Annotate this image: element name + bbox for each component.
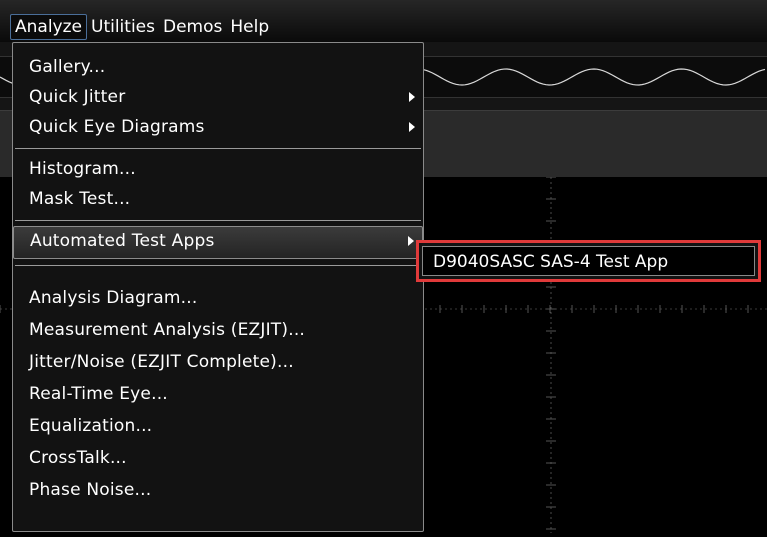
submenu-item-label: D9040SASC SAS-4 Test App bbox=[433, 252, 669, 272]
menu-item-label: Quick Jitter bbox=[29, 87, 126, 107]
submenu-arrow-icon bbox=[409, 122, 415, 132]
menu-item-real-time-eye[interactable]: Real-Time Eye... bbox=[13, 379, 423, 409]
menu-item-label: Mask Test... bbox=[29, 189, 131, 209]
menu-bar-items: Analyze Utilities Demos Help bbox=[10, 14, 273, 40]
menu-item-label: Automated Test Apps bbox=[30, 231, 215, 251]
automated-test-apps-submenu: D9040SASC SAS-4 Test App bbox=[416, 240, 761, 282]
menu-item-label: Measurement Analysis (EZJIT)... bbox=[29, 320, 306, 340]
menu-help[interactable]: Help bbox=[226, 14, 273, 40]
menu-item-label: CrossTalk... bbox=[29, 448, 127, 468]
menu-separator bbox=[15, 265, 421, 266]
menu-item-crosstalk[interactable]: CrossTalk... bbox=[13, 443, 423, 473]
menu-item-analysis-diagram[interactable]: Analysis Diagram... bbox=[13, 283, 423, 313]
submenu-arrow-icon bbox=[409, 92, 415, 102]
menu-item-gallery[interactable]: Gallery... bbox=[13, 52, 423, 82]
menu-separator bbox=[15, 220, 421, 221]
menu-item-histogram[interactable]: Histogram... bbox=[13, 154, 423, 184]
menu-item-label: Histogram... bbox=[29, 159, 136, 179]
menu-item-label: Jitter/Noise (EZJIT Complete)... bbox=[29, 352, 294, 372]
menu-analyze[interactable]: Analyze bbox=[10, 14, 87, 40]
menu-item-label: Gallery... bbox=[29, 57, 106, 77]
menu-item-measurement-analysis[interactable]: Measurement Analysis (EZJIT)... bbox=[13, 315, 423, 345]
menu-item-label: Phase Noise... bbox=[29, 480, 152, 500]
menu-item-mask-test[interactable]: Mask Test... bbox=[13, 184, 423, 214]
menu-item-quick-jitter[interactable]: Quick Jitter bbox=[13, 82, 423, 112]
menu-item-phase-noise[interactable]: Phase Noise... bbox=[13, 475, 423, 505]
menu-item-label: Real-Time Eye... bbox=[29, 384, 168, 404]
menu-item-automated-test-apps[interactable]: Automated Test Apps bbox=[13, 226, 423, 259]
menu-item-label: Analysis Diagram... bbox=[29, 288, 198, 308]
menu-item-equalization[interactable]: Equalization... bbox=[13, 411, 423, 441]
menu-utilities[interactable]: Utilities bbox=[87, 14, 159, 40]
menu-bar: Analyze Utilities Demos Help bbox=[0, 0, 767, 42]
analyze-menu: Gallery... Quick Jitter Quick Eye Diagra… bbox=[12, 42, 424, 532]
submenu-item-d9040sasc[interactable]: D9040SASC SAS-4 Test App bbox=[422, 246, 755, 276]
menu-item-jitter-noise[interactable]: Jitter/Noise (EZJIT Complete)... bbox=[13, 347, 423, 377]
menu-separator bbox=[15, 148, 421, 149]
menu-item-label: Equalization... bbox=[29, 416, 153, 436]
submenu-arrow-icon bbox=[408, 236, 414, 246]
menu-item-quick-eye-diagrams[interactable]: Quick Eye Diagrams bbox=[13, 112, 423, 142]
menu-demos[interactable]: Demos bbox=[159, 14, 226, 40]
menu-item-label: Quick Eye Diagrams bbox=[29, 117, 205, 137]
